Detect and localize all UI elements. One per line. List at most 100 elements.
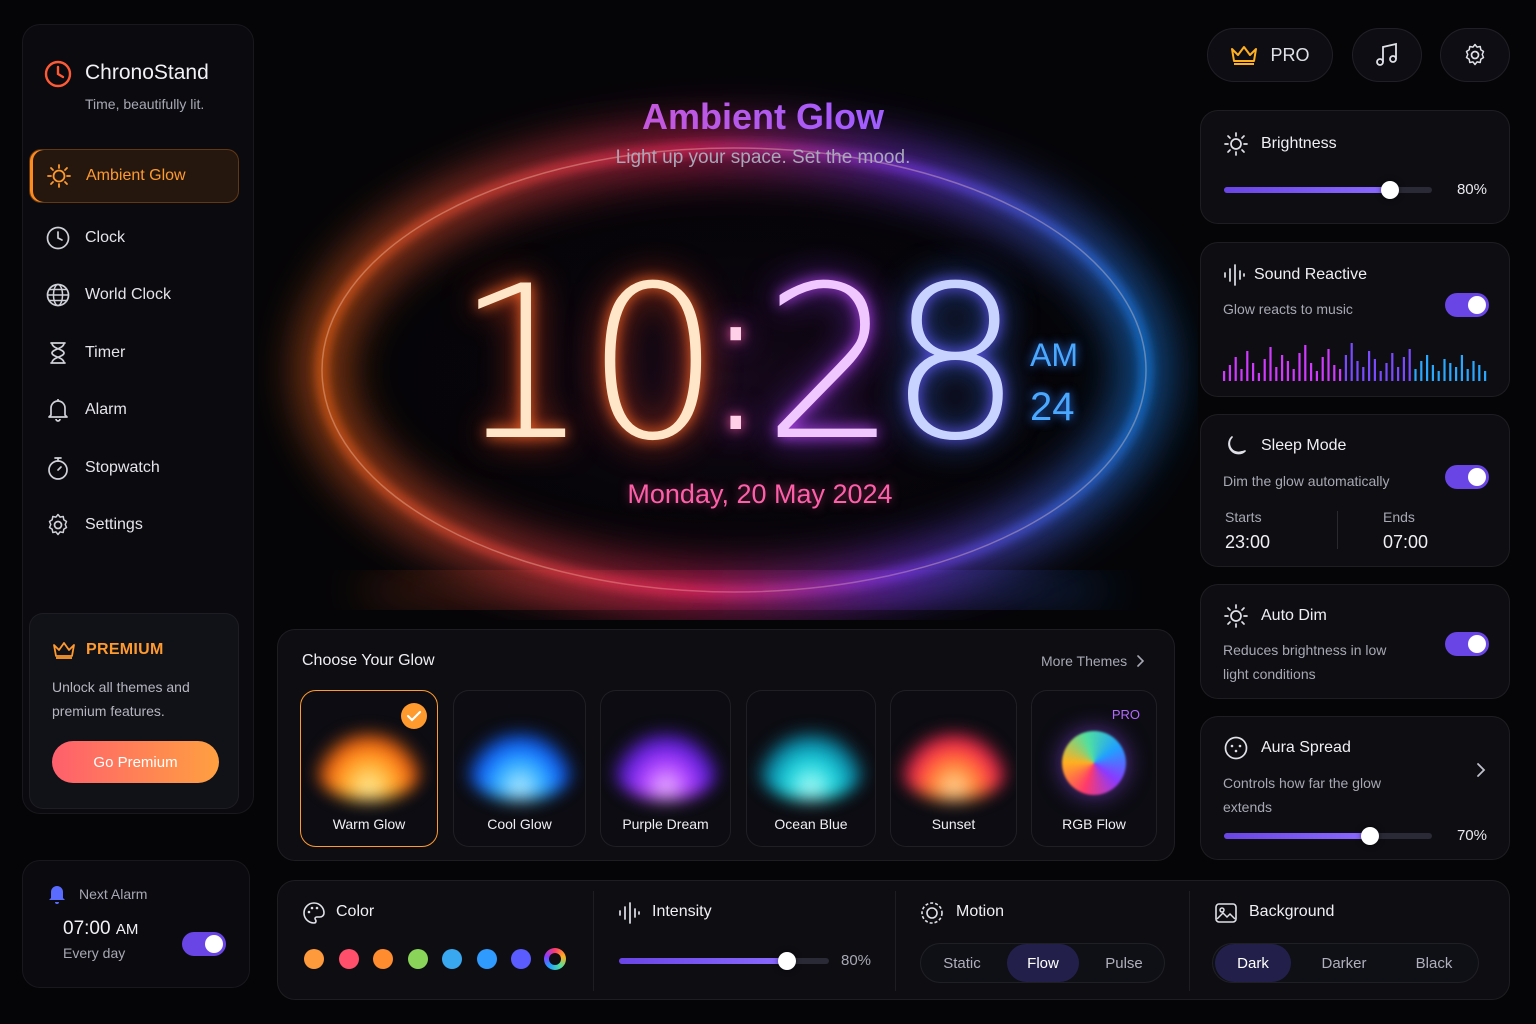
music-note-icon: [1376, 42, 1397, 66]
next-alarm-period: AM: [115, 921, 139, 938]
moon-icon: [1228, 436, 1246, 455]
sidebar-item-alarm[interactable]: Alarm: [29, 383, 239, 437]
sleep-mode-toggle[interactable]: [1445, 465, 1489, 489]
theme-label: Cool Glow: [487, 816, 552, 832]
brightness-value: 80%: [1456, 181, 1487, 198]
clock-minutes-tens: 2: [763, 240, 898, 487]
equalizer-bar: [1327, 349, 1330, 381]
go-premium-button[interactable]: Go Premium: [52, 741, 219, 783]
equalizer-bar: [1466, 369, 1469, 381]
equalizer-bar: [1228, 365, 1231, 381]
auto-dim-toggle[interactable]: [1445, 632, 1489, 656]
aura-spread-value: 70%: [1456, 827, 1487, 844]
equalizer-bar: [1333, 365, 1336, 381]
more-themes-link[interactable]: More Themes: [1041, 653, 1145, 669]
sidebar-item-settings[interactable]: Settings: [29, 498, 239, 552]
more-themes-label: More Themes: [1041, 653, 1128, 669]
equalizer-bar: [1281, 355, 1284, 381]
intensity-slider-fill: [619, 958, 787, 964]
sidebar-item-label: Stopwatch: [85, 459, 160, 476]
clock-date: Monday, 20 May 2024: [627, 479, 893, 509]
sleep-ends-time[interactable]: 07:00: [1383, 532, 1428, 553]
app-tagline: Time, beautifully lit.: [85, 96, 205, 112]
color-swatch[interactable]: [304, 949, 324, 969]
equalizer-bar: [1344, 355, 1347, 381]
settings-button[interactable]: [1440, 28, 1510, 82]
theme-picker-title: Choose Your Glow: [302, 652, 435, 669]
motion-option-pulse[interactable]: Pulse: [1085, 944, 1163, 982]
bell-icon: [48, 399, 68, 422]
sun-icon: [1224, 604, 1248, 628]
color-swatch[interactable]: [511, 949, 531, 969]
background-option-dark[interactable]: Dark: [1215, 944, 1291, 982]
equalizer-bar: [1275, 367, 1278, 381]
sidebar-item-world-clock[interactable]: World Clock: [29, 268, 239, 322]
theme-cool-glow[interactable]: Cool Glow: [453, 690, 586, 847]
aura-spread-slider[interactable]: [1224, 827, 1432, 845]
sleep-ends-label: Ends: [1383, 509, 1415, 525]
theme-sunset[interactable]: Sunset: [890, 690, 1017, 847]
equalizer-bar: [1397, 367, 1400, 381]
theme-picker: Choose Your Glow More Themes Warm Glow C…: [277, 629, 1175, 861]
sleep-starts-label: Starts: [1225, 509, 1262, 525]
image-icon: [1215, 903, 1237, 923]
aura-spread-card[interactable]: Aura Spread Controls how far the glow ex…: [1200, 716, 1510, 860]
chevron-right-icon[interactable]: [1475, 761, 1487, 779]
sound-equalizer-visual: [1223, 343, 1487, 381]
equalizer-bar: [1240, 369, 1243, 381]
bottom-controls: Color Intensity 80% Motion Static Flow P…: [277, 880, 1510, 1000]
color-swatch[interactable]: [338, 949, 359, 969]
chevron-right-icon: [1137, 655, 1145, 667]
aura-spread-slider-handle[interactable]: [1360, 827, 1379, 845]
sleep-mode-description: Dim the glow automatically: [1223, 473, 1390, 489]
equalizer-bar: [1478, 365, 1481, 381]
next-alarm-toggle[interactable]: [182, 932, 226, 956]
gear-icon: [1465, 43, 1485, 66]
equalizer-bar: [1379, 371, 1382, 381]
sleep-starts-time[interactable]: 23:00: [1225, 532, 1270, 553]
brightness-slider-handle[interactable]: [1381, 181, 1400, 199]
clock-hours: 10: [455, 240, 721, 487]
theme-warm-glow[interactable]: Warm Glow: [300, 690, 438, 847]
equalizer-bar: [1252, 363, 1255, 381]
sidebar-item-label: Settings: [85, 516, 143, 533]
theme-purple-dream[interactable]: Purple Dream: [600, 690, 731, 847]
theme-preview: [756, 731, 866, 801]
motion-option-flow[interactable]: Flow: [1007, 944, 1079, 982]
gear-icon: [48, 513, 68, 536]
theme-label: Purple Dream: [622, 816, 709, 832]
sidebar-item-clock[interactable]: Clock: [29, 211, 239, 265]
sidebar-item-stopwatch[interactable]: Stopwatch: [29, 441, 239, 495]
brightness-slider[interactable]: [1224, 181, 1432, 199]
custom-color-swatch[interactable]: [544, 948, 566, 970]
theme-rgb-flow[interactable]: PRO RGB Flow: [1031, 690, 1157, 847]
equalizer-bar: [1449, 363, 1452, 381]
sound-reactive-toggle[interactable]: [1445, 293, 1489, 317]
motion-option-static[interactable]: Static: [923, 944, 1001, 982]
theme-ocean-blue[interactable]: Ocean Blue: [746, 690, 876, 847]
background-option-black[interactable]: Black: [1395, 944, 1473, 982]
equalizer-bar: [1443, 359, 1446, 381]
color-swatch[interactable]: [373, 949, 393, 969]
intensity-slider[interactable]: [619, 952, 829, 970]
bell-icon: [49, 886, 65, 904]
color-swatch[interactable]: [442, 949, 462, 969]
aura-spread-description: Controls how far the glow extends: [1223, 775, 1381, 815]
theme-label: Warm Glow: [332, 816, 406, 832]
equalizer-bar: [1420, 361, 1423, 381]
music-button[interactable]: [1352, 28, 1422, 82]
sound-reactive-card: Sound Reactive Glow reacts to music: [1200, 242, 1510, 397]
equalizer-bar: [1356, 361, 1359, 381]
waveform-icon: [1224, 264, 1245, 286]
color-swatch[interactable]: [407, 949, 428, 969]
hero-title: Ambient Glow: [258, 96, 1268, 138]
equalizer-bar: [1391, 353, 1394, 381]
divider: [1189, 891, 1190, 991]
motion-selector: Static Flow Pulse: [920, 943, 1165, 983]
background-option-darker[interactable]: Darker: [1303, 944, 1385, 982]
background-title: Background: [1249, 903, 1335, 920]
intensity-slider-handle[interactable]: [778, 952, 796, 970]
sidebar-item-timer[interactable]: Timer: [29, 326, 239, 380]
pro-button[interactable]: PRO: [1207, 28, 1333, 82]
color-swatch[interactable]: [476, 949, 497, 969]
